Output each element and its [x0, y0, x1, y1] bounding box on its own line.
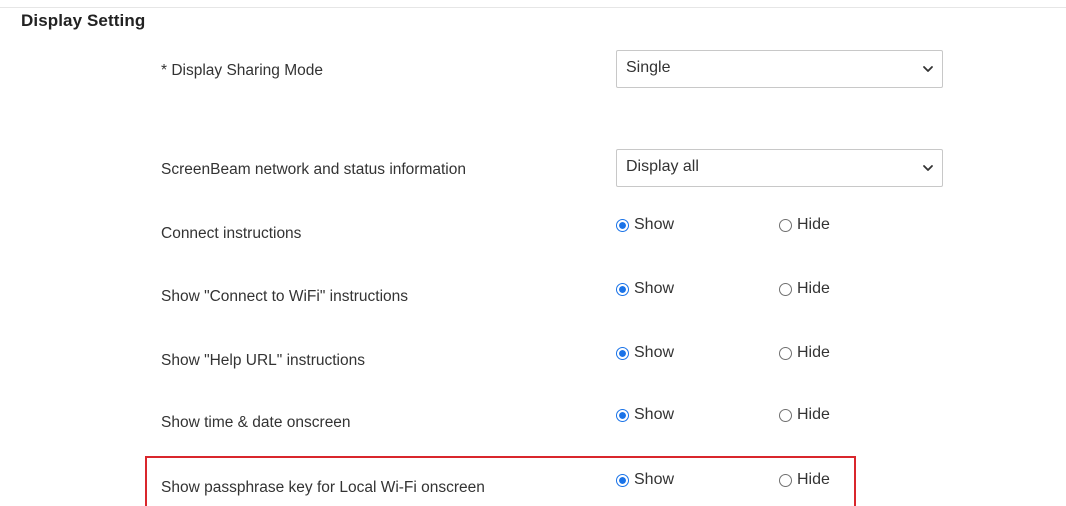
display-setting-page: Display Setting * Display Sharing Mode S…: [0, 0, 1066, 506]
help-url-hide-radio[interactable]: Hide: [779, 344, 830, 362]
passphrase-key-hide-radio[interactable]: Hide: [779, 471, 830, 489]
setting-label-connect-instructions: Connect instructions: [161, 225, 302, 242]
setting-label-help-url: Show "Help URL" instructions: [161, 352, 365, 369]
chevron-down-icon: [923, 66, 933, 72]
connect-instructions-hide-radio[interactable]: Hide: [779, 216, 830, 234]
radio-unselected-icon: [779, 346, 792, 360]
help-url-show-radio[interactable]: Show: [616, 344, 674, 362]
chevron-down-icon: [923, 165, 933, 171]
radio-selected-icon: [616, 473, 629, 487]
section-title: Display Setting: [21, 11, 146, 30]
top-divider: [0, 7, 1066, 8]
radio-hide-label: Hide: [797, 406, 830, 423]
radio-selected-icon: [616, 408, 629, 422]
connect-to-wifi-hide-radio[interactable]: Hide: [779, 280, 830, 298]
passphrase-key-show-radio[interactable]: Show: [616, 471, 674, 489]
radio-selected-icon: [616, 346, 629, 360]
setting-label-connect-to-wifi: Show "Connect to WiFi" instructions: [161, 288, 409, 305]
radio-show-label: Show: [634, 280, 675, 297]
time-date-show-radio[interactable]: Show: [616, 406, 674, 424]
radio-unselected-icon: [779, 408, 792, 422]
radio-selected-icon: [616, 218, 629, 232]
connect-instructions-show-radio[interactable]: Show: [616, 216, 674, 234]
radio-show-label: Show: [634, 216, 675, 233]
radio-hide-label: Hide: [797, 344, 830, 361]
network-status-info-select[interactable]: Display all: [616, 149, 943, 187]
network-status-info-label: ScreenBeam network and status informatio…: [161, 161, 466, 178]
time-date-hide-radio[interactable]: Hide: [779, 406, 830, 424]
radio-unselected-icon: [779, 473, 792, 487]
radio-selected-icon: [616, 282, 629, 296]
radio-show-label: Show: [634, 344, 675, 361]
display-sharing-mode-label: * Display Sharing Mode: [161, 62, 323, 79]
setting-label-time-date: Show time & date onscreen: [161, 414, 351, 431]
radio-show-label: Show: [634, 471, 675, 488]
radio-unselected-icon: [779, 282, 792, 296]
radio-hide-label: Hide: [797, 280, 830, 297]
display-sharing-mode-select[interactable]: Single: [616, 50, 943, 88]
network-status-info-value: Display all: [626, 158, 699, 175]
radio-show-label: Show: [634, 406, 675, 423]
radio-unselected-icon: [779, 218, 792, 232]
setting-label-passphrase-key: Show passphrase key for Local Wi-Fi onsc…: [161, 479, 485, 496]
display-sharing-mode-value: Single: [626, 59, 671, 76]
radio-hide-label: Hide: [797, 471, 830, 488]
radio-hide-label: Hide: [797, 216, 830, 233]
connect-to-wifi-show-radio[interactable]: Show: [616, 280, 674, 298]
